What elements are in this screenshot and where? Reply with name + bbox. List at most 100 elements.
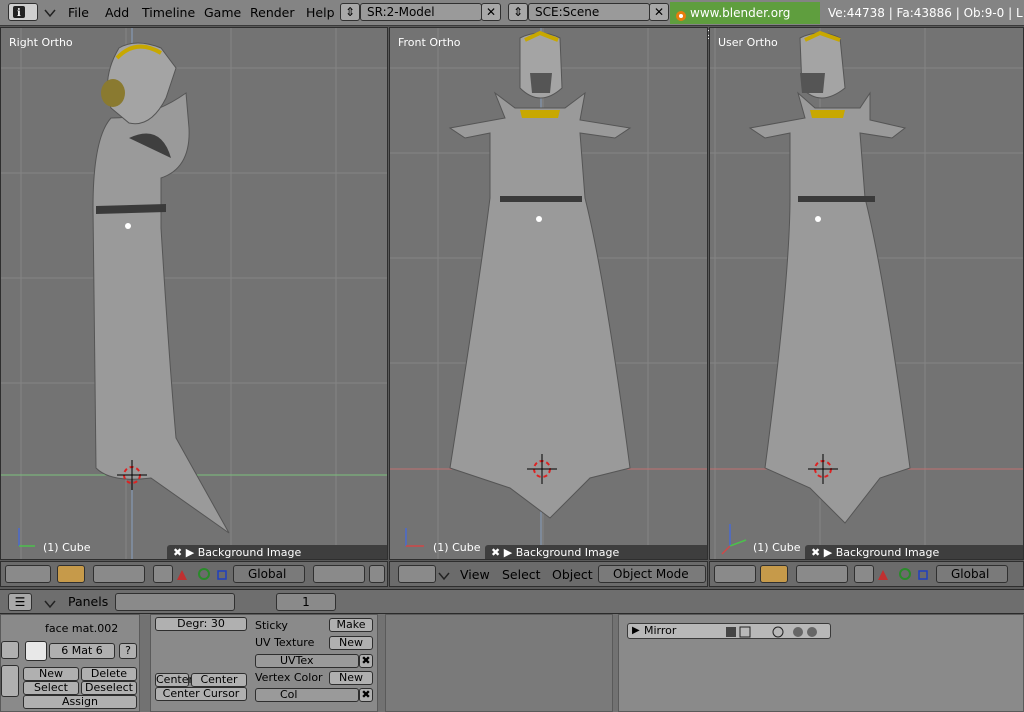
center-button[interactable]: Center <box>155 673 193 687</box>
scene-browse-icon[interactable]: ⇕ <box>508 3 528 21</box>
draw-type-icon[interactable] <box>57 565 85 583</box>
viewport-grid <box>390 28 707 559</box>
menu-game[interactable]: Game <box>204 4 241 22</box>
viewport-label: Right Ortho <box>9 36 73 49</box>
modifier-toggle-icons[interactable] <box>726 626 826 641</box>
modifiers-panel: ▶ Mirror <box>618 614 1024 712</box>
chevron-down-icon[interactable] <box>438 570 450 584</box>
play-icon[interactable]: ▶ <box>186 546 194 559</box>
menu-render[interactable]: Render <box>250 4 295 22</box>
frame-number-field[interactable]: 1 <box>276 593 336 611</box>
layer-buttons[interactable] <box>313 565 365 583</box>
close-icon[interactable]: ✖ <box>359 654 373 668</box>
layer-lock-button[interactable] <box>369 565 385 583</box>
background-image-panel[interactable]: ✖ ▶ Background Image <box>485 545 707 559</box>
blender-version-link[interactable]: www.blender.org 249.2 <box>670 2 820 42</box>
character-model <box>92 42 230 534</box>
mirror-modifier-header[interactable]: ▶ Mirror <box>627 623 831 639</box>
menu-add[interactable]: Add <box>105 4 129 22</box>
character-model <box>448 32 632 519</box>
background-image-panel[interactable]: ✖ ▶ Background Image <box>167 545 387 559</box>
background-image-panel[interactable]: ✖ ▶ Background Image <box>805 545 1023 559</box>
viewport-label: Front Ortho <box>398 36 461 49</box>
sticky-label: Sticky <box>255 619 288 632</box>
play-icon[interactable]: ▶ <box>824 546 832 559</box>
translate-manipulator-icon[interactable] <box>177 569 187 583</box>
menu-select[interactable]: Select <box>502 567 541 583</box>
material-preview[interactable] <box>25 641 47 661</box>
play-icon[interactable]: ▶ <box>504 546 512 559</box>
translate-manipulator-icon[interactable] <box>878 569 888 583</box>
menu-file[interactable]: File <box>68 4 89 22</box>
orientation-dropdown[interactable]: Global <box>233 565 305 583</box>
viewport-front-ortho[interactable]: Front Ortho (1) Cube ✖ ▶ Background Imag… <box>389 27 708 560</box>
background-image-label: Background Image <box>515 546 620 559</box>
pivot-dropdown[interactable] <box>93 565 145 583</box>
help-button[interactable]: ? <box>119 643 137 659</box>
hand-icon[interactable] <box>153 565 173 583</box>
menu-help[interactable]: Help <box>306 4 335 22</box>
vertex-color-new-button[interactable]: New <box>329 671 373 685</box>
window-type-icon[interactable]: ☰ <box>8 593 32 611</box>
hand-icon[interactable] <box>854 565 874 583</box>
material-color-swatch[interactable] <box>1 641 19 659</box>
center-new-button[interactable]: Center Ne <box>191 673 247 698</box>
context-tab-buttons[interactable] <box>115 593 235 611</box>
character-model <box>748 32 911 524</box>
close-icon[interactable]: ✖ <box>811 546 820 559</box>
close-icon[interactable]: ✕ <box>481 3 501 21</box>
assign-button[interactable]: Assign <box>23 695 137 709</box>
draw-type-icon[interactable] <box>760 565 788 583</box>
delete-button[interactable]: Delete <box>81 667 137 681</box>
vertex-color-name-field[interactable]: Col <box>255 688 359 702</box>
new-button[interactable]: New <box>23 667 79 681</box>
window-type-dropdown[interactable] <box>398 565 436 583</box>
menu-timeline[interactable]: Timeline <box>142 4 195 22</box>
rotate-manipulator-icon[interactable] <box>898 567 912 584</box>
viewport-user-ortho[interactable]: User Ortho (1) Cube ✖ ▶ Background Image <box>709 27 1024 560</box>
scale-manipulator-icon[interactable] <box>918 569 928 583</box>
screen-browse-icon[interactable]: ⇕ <box>340 3 360 21</box>
close-icon[interactable]: ✖ <box>491 546 500 559</box>
orientation-dropdown[interactable]: Global <box>936 565 1008 583</box>
viewport-right-ortho[interactable]: Right Ortho (1) Cube ✖ ▶ Background Imag… <box>0 27 388 560</box>
scene-name-field[interactable]: SCE:Scene <box>528 3 650 21</box>
expand-icon[interactable]: ▶ <box>632 625 640 636</box>
close-icon[interactable]: ✖ <box>173 546 182 559</box>
mesh-panel: Degr: 30 Center Center Ne Center Cursor … <box>150 614 378 712</box>
select-button[interactable]: Select <box>23 681 79 695</box>
viewport-label: User Ortho <box>718 36 778 49</box>
uv-texture-name-field[interactable]: UVTex <box>255 654 359 668</box>
window-type-dropdown[interactable] <box>714 565 756 583</box>
mode-dropdown[interactable]: Object Mode <box>598 565 706 583</box>
autosmooth-degrees-field[interactable]: Degr: 30 <box>155 617 247 631</box>
center-cursor-button[interactable]: Center Cursor <box>155 687 247 701</box>
background-image-label: Background Image <box>197 546 302 559</box>
top-menu-bar: i File Add Timeline Game Render Help ⇕ S… <box>0 0 1024 42</box>
close-icon[interactable]: ✕ <box>649 3 669 21</box>
chevron-down-icon[interactable] <box>44 598 56 612</box>
panels-label: Panels <box>68 594 109 609</box>
window-type-dropdown[interactable] <box>5 565 51 583</box>
svg-text:i: i <box>17 8 21 19</box>
uv-new-button[interactable]: New <box>329 636 373 650</box>
close-icon[interactable]: ✖ <box>359 688 373 702</box>
pivot-dropdown[interactable] <box>796 565 848 583</box>
menu-object[interactable]: Object <box>552 567 593 583</box>
make-sticky-button[interactable]: Make <box>329 618 373 632</box>
screen-name-field[interactable]: SR:2-Model <box>360 3 482 21</box>
info-icon[interactable]: i <box>8 3 38 21</box>
material-slot-buttons[interactable] <box>1 665 19 697</box>
deselect-button[interactable]: Deselect <box>81 681 137 695</box>
chevron-down-icon[interactable] <box>44 7 56 21</box>
link-materials-panel: face mat.002 6 Mat 6 ? New Delete Select… <box>0 614 140 712</box>
material-index-field[interactable]: 6 Mat 6 <box>49 643 115 659</box>
viewport-header-right: Global <box>709 561 1024 587</box>
buttons-window: face mat.002 6 Mat 6 ? New Delete Select… <box>0 614 1024 712</box>
rotate-manipulator-icon[interactable] <box>197 567 211 584</box>
buttons-window-header: ☰ Panels 1 <box>0 589 1024 614</box>
axis-gizmo-icon <box>721 524 747 555</box>
scale-manipulator-icon[interactable] <box>217 569 227 583</box>
background-image-label: Background Image <box>835 546 940 559</box>
menu-view[interactable]: View <box>460 567 490 583</box>
